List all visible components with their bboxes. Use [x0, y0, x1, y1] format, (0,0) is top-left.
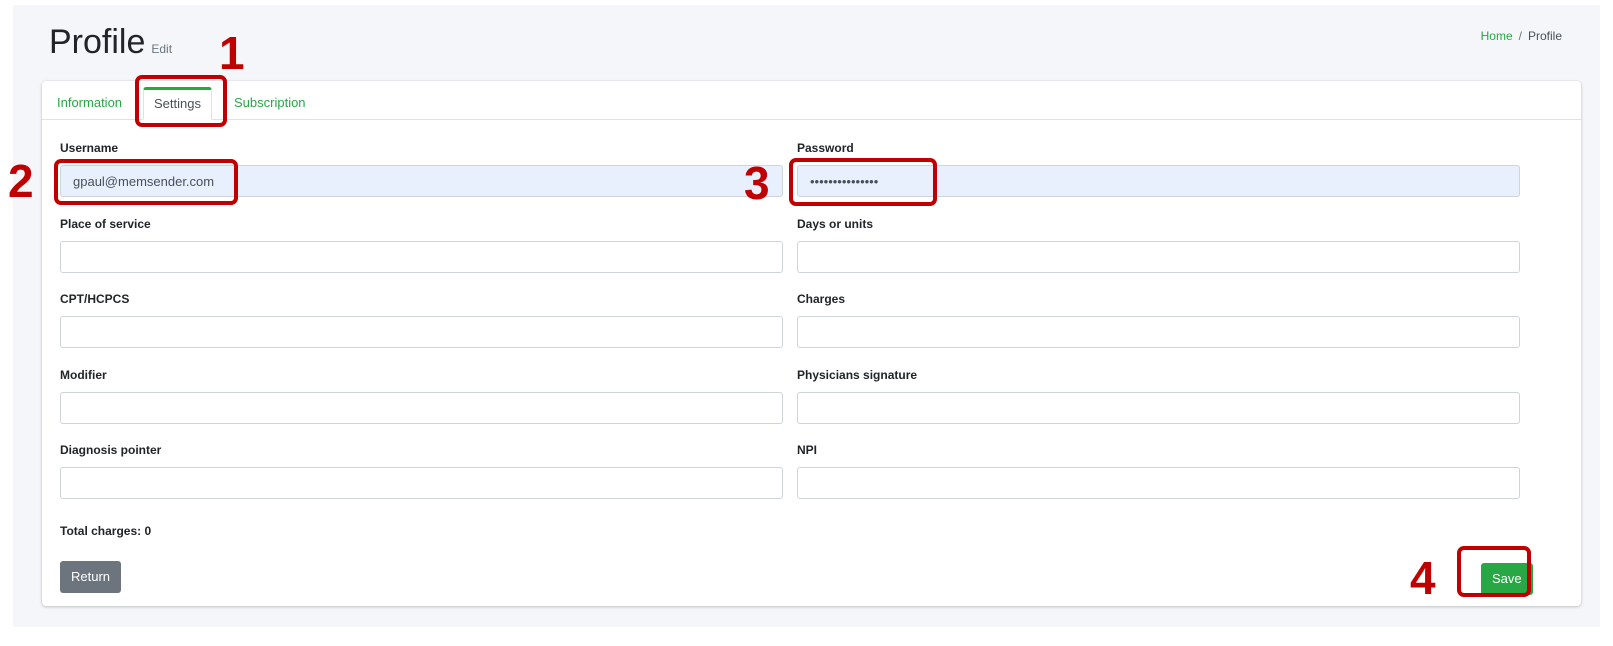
tab-information[interactable]: Information	[47, 87, 132, 119]
diagnosis-pointer-input[interactable]	[60, 467, 783, 499]
breadcrumb-current: Profile	[1527, 29, 1562, 43]
profile-card: Information Settings Subscription Userna…	[42, 81, 1581, 606]
page-title: Profile Edit	[49, 23, 172, 62]
breadcrumb-home-link[interactable]: Home	[1481, 29, 1513, 43]
cpt-hcpcs-label: CPT/HCPCS	[60, 292, 130, 306]
total-charges: Total charges: 0	[60, 524, 152, 538]
diagnosis-pointer-label: Diagnosis pointer	[60, 443, 162, 457]
days-or-units-input[interactable]	[797, 241, 1520, 273]
modifier-input[interactable]	[60, 392, 783, 424]
cpt-hcpcs-input[interactable]	[60, 316, 783, 348]
days-or-units-label: Days or units	[797, 217, 874, 231]
npi-label: NPI	[797, 443, 818, 457]
charges-input[interactable]	[797, 316, 1520, 348]
page-title-text: Profile	[49, 23, 146, 61]
username-label: Username	[60, 141, 119, 155]
breadcrumb: Home / Profile	[1481, 29, 1562, 43]
username-input[interactable]	[60, 165, 783, 197]
tab-subscription[interactable]: Subscription	[224, 87, 316, 119]
charges-label: Charges	[797, 292, 846, 306]
annotation-number-2: 2	[8, 155, 34, 207]
breadcrumb-separator: /	[1518, 29, 1522, 43]
tab-bar: Information Settings Subscription	[42, 81, 1581, 120]
place-of-service-label: Place of service	[60, 217, 151, 231]
annotation-number-4: 4	[1410, 552, 1436, 604]
physicians-signature-label: Physicians signature	[797, 368, 918, 382]
physicians-signature-input[interactable]	[797, 392, 1520, 424]
tab-settings[interactable]: Settings	[143, 87, 212, 120]
modifier-label: Modifier	[60, 368, 107, 382]
password-input[interactable]	[797, 165, 1520, 197]
place-of-service-input[interactable]	[60, 241, 783, 273]
save-button[interactable]: Save	[1481, 563, 1533, 595]
password-label: Password	[797, 141, 854, 155]
annotation-number-3: 3	[744, 157, 770, 209]
npi-input[interactable]	[797, 467, 1520, 499]
page-background: Profile Edit Home / Profile Information Set…	[13, 5, 1600, 627]
return-button[interactable]: Return	[60, 561, 122, 593]
page-subtitle: Edit	[151, 42, 173, 56]
annotation-number-1: 1	[219, 27, 245, 79]
